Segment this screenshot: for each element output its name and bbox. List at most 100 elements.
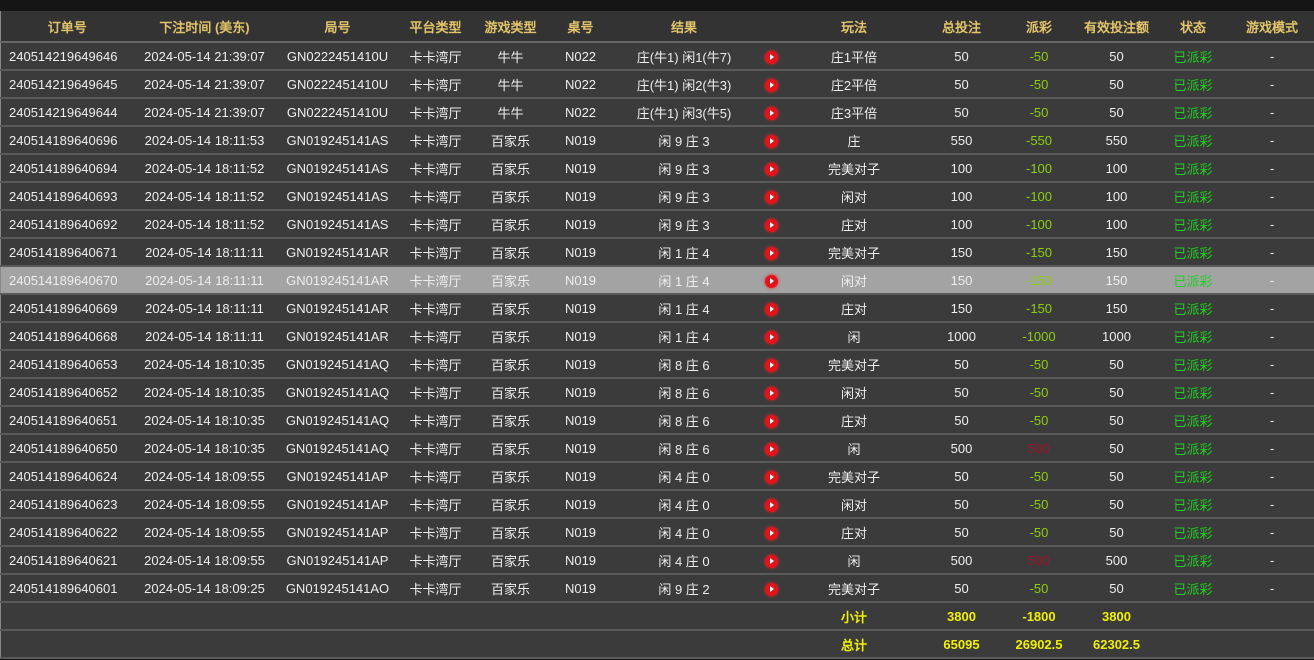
cell-platform-type: 卡卡湾厅 [399, 182, 472, 211]
play-video-icon[interactable] [765, 134, 778, 148]
cell-platform-type: 卡卡湾厅 [399, 266, 472, 295]
grandtotal-row-payout: 26902.5 [1001, 630, 1077, 659]
cell-order-id: 240514189640653 [0, 350, 134, 379]
play-video-icon[interactable] [765, 190, 778, 204]
cell-order-id: 240514189640652 [0, 378, 134, 407]
cell-payout: -50 [1001, 490, 1077, 519]
replay-cell [756, 154, 787, 183]
cell-status: 已派彩 [1156, 350, 1230, 379]
cell-game-type: 百家乐 [471, 462, 550, 491]
table-row[interactable]: 240514219649644 2024-05-14 21:39:07 GN0222… [0, 98, 1314, 127]
table-row[interactable]: 240514189640692 2024-05-14 18:11:52 GN0192… [0, 210, 1314, 239]
table-row[interactable]: 240514219649646 2024-05-14 21:39:07 GN0222… [0, 42, 1314, 71]
table-row[interactable]: 240514189640671 2024-05-14 18:11:11 GN0192… [0, 238, 1314, 267]
cell-platform-type: 卡卡湾厅 [399, 490, 472, 519]
play-video-icon[interactable] [765, 246, 778, 260]
table-row[interactable]: 240514189640696 2024-05-14 18:11:53 GN0192… [0, 126, 1314, 155]
cell-order-id: 240514189640624 [0, 462, 134, 491]
header-replay [756, 11, 787, 43]
cell-table-no: N019 [549, 210, 612, 239]
header-round-id: 局号 [275, 11, 400, 43]
cell-table-no: N022 [549, 98, 612, 127]
cell-valid-bet: 150 [1076, 266, 1157, 295]
table-row[interactable]: 240514189640621 2024-05-14 18:09:55 GN0192… [0, 546, 1314, 575]
cell-round-id: GN0222451410U [275, 98, 400, 127]
play-video-icon[interactable] [765, 358, 778, 372]
table-row[interactable]: 240514189640693 2024-05-14 18:11:52 GN0192… [0, 182, 1314, 211]
cell-total-bet: 100 [921, 182, 1002, 211]
play-video-icon[interactable] [765, 526, 778, 540]
cell-table-no: N022 [549, 70, 612, 99]
spacer [0, 602, 787, 631]
play-video-icon[interactable] [765, 330, 778, 344]
cell-result: 闲 9 庄 3 [611, 154, 757, 183]
play-video-icon[interactable] [765, 470, 778, 484]
cell-result: 闲 8 庄 6 [611, 350, 757, 379]
table-row[interactable]: 240514189640651 2024-05-14 18:10:35 GN0192… [0, 406, 1314, 435]
cell-platform-type: 卡卡湾厅 [399, 378, 472, 407]
cell-status: 已派彩 [1156, 154, 1230, 183]
replay-cell [756, 42, 787, 71]
cell-round-id: GN019245141AQ [275, 350, 400, 379]
table-row[interactable]: 240514189640670 2024-05-14 18:11:11 GN0192… [0, 266, 1314, 295]
cell-bet-time: 2024-05-14 18:11:11 [133, 266, 276, 295]
play-video-icon[interactable] [765, 50, 778, 64]
cell-table-no: N019 [549, 154, 612, 183]
table-row[interactable]: 240514189640601 2024-05-14 18:09:25 GN0192… [0, 574, 1314, 603]
cell-game-mode: - [1229, 406, 1314, 435]
table-row[interactable]: 240514189640652 2024-05-14 18:10:35 GN0192… [0, 378, 1314, 407]
cell-bet-time: 2024-05-14 18:09:25 [133, 574, 276, 603]
cell-order-id: 240514219649644 [0, 98, 134, 127]
replay-cell [756, 434, 787, 463]
table-row[interactable]: 240514189640623 2024-05-14 18:09:55 GN0192… [0, 490, 1314, 519]
cell-status: 已派彩 [1156, 294, 1230, 323]
play-video-icon[interactable] [765, 442, 778, 456]
cell-order-id: 240514189640693 [0, 182, 134, 211]
table-header: 订单号 下注时间 (美东) 局号 平台类型 游戏类型 桌号 结果 玩法 总投注 派彩 有效投注额 状态… [0, 11, 1314, 43]
subtotal-row: 小计 3800 -1800 3800 [0, 602, 1314, 631]
play-video-icon[interactable] [765, 582, 778, 596]
cell-bet-type: 庄对 [786, 294, 922, 323]
play-video-icon[interactable] [765, 414, 778, 428]
cell-bet-time: 2024-05-14 18:11:52 [133, 210, 276, 239]
table-row[interactable]: 240514219649645 2024-05-14 21:39:07 GN0222… [0, 70, 1314, 99]
table-row[interactable]: 240514189640668 2024-05-14 18:11:11 GN0192… [0, 322, 1314, 351]
cell-round-id: GN019245141AQ [275, 378, 400, 407]
cell-payout: -50 [1001, 462, 1077, 491]
replay-cell [756, 294, 787, 323]
play-video-icon[interactable] [765, 386, 778, 400]
play-video-icon[interactable] [765, 554, 778, 568]
table-row[interactable]: 240514189640694 2024-05-14 18:11:52 GN0192… [0, 154, 1314, 183]
table-row[interactable]: 240514189640622 2024-05-14 18:09:55 GN0192… [0, 518, 1314, 547]
table-row[interactable]: 240514189640624 2024-05-14 18:09:55 GN0192… [0, 462, 1314, 491]
table-row[interactable]: 240514189640650 2024-05-14 18:10:35 GN0192… [0, 434, 1314, 463]
cell-payout: -150 [1001, 294, 1077, 323]
cell-bet-time: 2024-05-14 21:39:07 [133, 70, 276, 99]
cell-order-id: 240514189640622 [0, 518, 134, 547]
cell-game-type: 百家乐 [471, 154, 550, 183]
replay-cell [756, 350, 787, 379]
play-video-icon[interactable] [765, 106, 778, 120]
cell-valid-bet: 100 [1076, 154, 1157, 183]
cell-game-type: 百家乐 [471, 546, 550, 575]
cell-result: 闲 1 庄 4 [611, 294, 757, 323]
table-row[interactable]: 240514189640669 2024-05-14 18:11:11 GN0192… [0, 294, 1314, 323]
cell-order-id: 240514189640669 [0, 294, 134, 323]
cell-order-id: 240514219649645 [0, 70, 134, 99]
table-row[interactable]: 240514189640653 2024-05-14 18:10:35 GN0192… [0, 350, 1314, 379]
play-video-icon[interactable] [765, 78, 778, 92]
play-video-icon[interactable] [765, 302, 778, 316]
cell-game-type: 百家乐 [471, 406, 550, 435]
cell-bet-time: 2024-05-14 18:09:55 [133, 490, 276, 519]
cell-table-no: N019 [549, 574, 612, 603]
cell-bet-type: 庄对 [786, 210, 922, 239]
cell-payout: -50 [1001, 518, 1077, 547]
play-video-icon[interactable] [765, 218, 778, 232]
play-video-icon[interactable] [765, 498, 778, 512]
cell-game-mode: - [1229, 238, 1314, 267]
cell-valid-bet: 50 [1076, 462, 1157, 491]
play-video-icon[interactable] [765, 162, 778, 176]
play-video-icon[interactable] [765, 274, 778, 288]
cell-platform-type: 卡卡湾厅 [399, 70, 472, 99]
cell-table-no: N019 [549, 434, 612, 463]
